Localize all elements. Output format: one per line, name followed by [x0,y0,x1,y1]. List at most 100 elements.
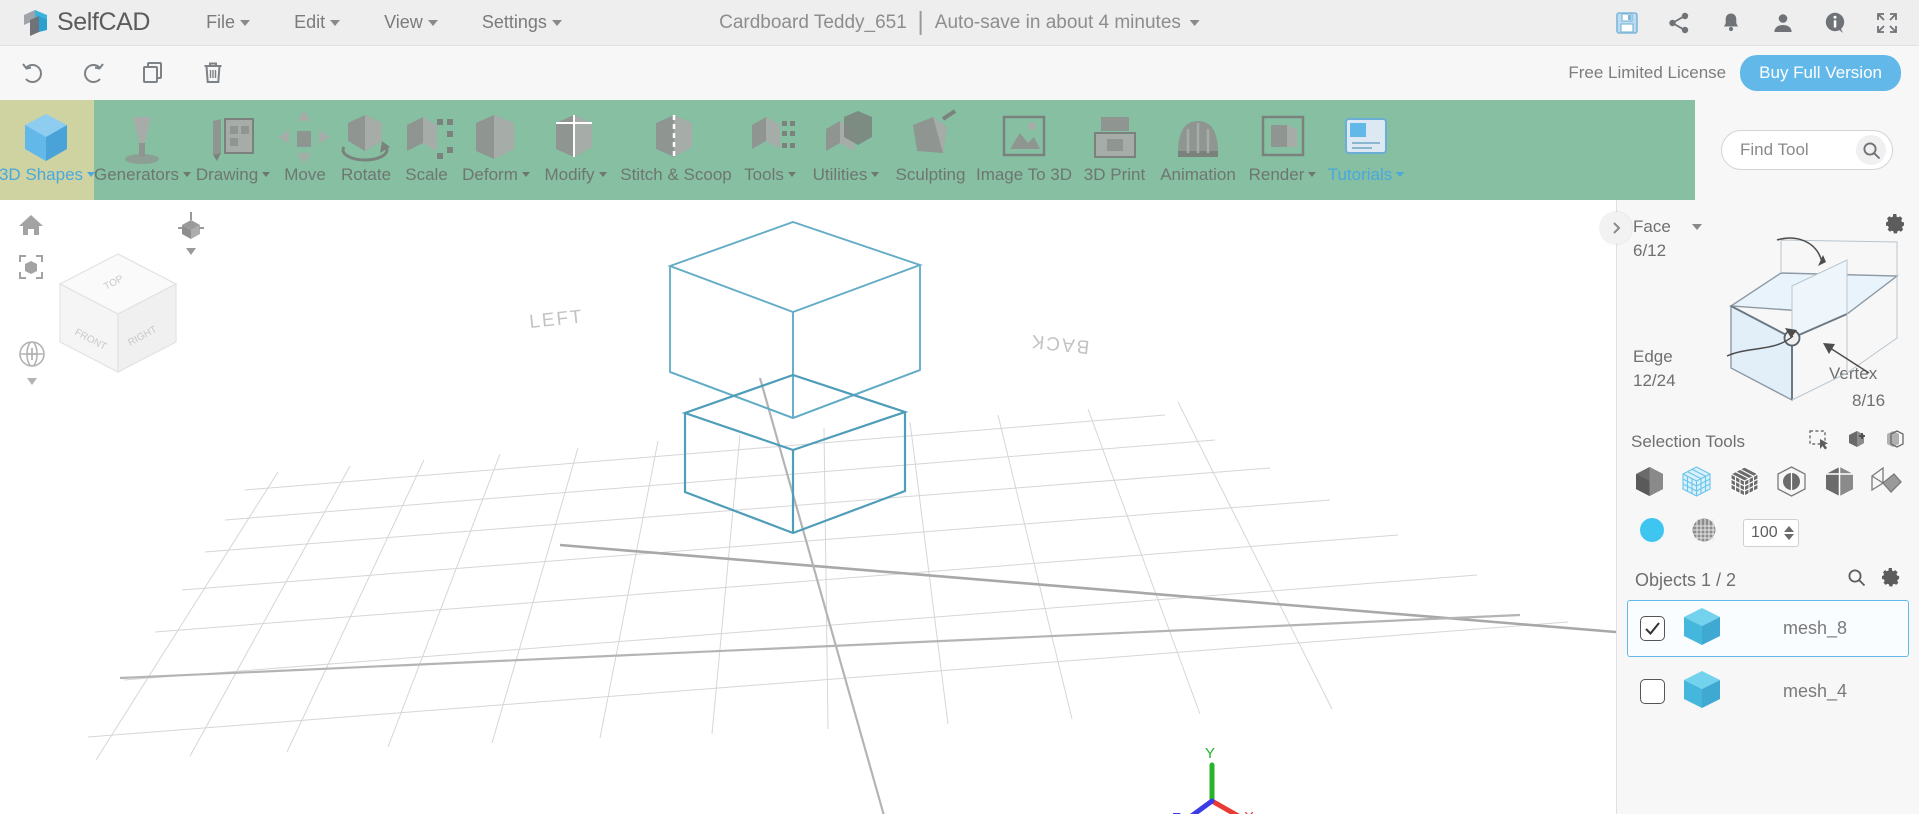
viewport-canvas[interactable]: LEFT BACK Y [0,200,1616,814]
toolbar-item-generators[interactable]: Generators [94,100,192,200]
object-visibility-checkbox[interactable] [1640,679,1665,704]
toolbar-item-modify[interactable]: Modify [536,100,615,200]
deform-icon [468,108,524,166]
chevron-down-icon [1691,224,1702,231]
object-thumbnail [1679,666,1725,717]
modify-icon [548,108,604,166]
menu-item-file[interactable]: File [184,12,272,33]
menu-item-edit[interactable]: Edit [272,12,362,33]
brand: SelfCAD [22,8,150,38]
selection-tools-title: Selection Tools [1631,432,1746,451]
toolbar-item-stitch-scoop[interactable]: Stitch & Scoop [615,100,737,200]
toolbar-item-utilities[interactable]: Utilities [803,100,889,200]
delete-icon[interactable] [198,58,228,88]
toolbar-item-rotate[interactable]: Rotate [335,100,397,200]
fit-to-view-icon[interactable] [18,254,46,282]
color-swatch[interactable] [1639,517,1665,548]
plane-select-icon[interactable] [1870,465,1903,503]
toolbar-item-label: Move [277,166,333,183]
utilities-icon [818,108,874,166]
toolbar-item-scale[interactable]: Scale [397,100,456,200]
opacity-value: 100 [1751,523,1778,541]
toolbar-label-text: Deform [462,165,518,184]
home-view-icon[interactable] [18,212,46,240]
toolbar-item-sculpting[interactable]: Sculpting [889,100,972,200]
gear-icon[interactable] [1882,568,1901,592]
save-icon[interactable] [1614,10,1639,35]
chevron-down-icon[interactable] [1189,19,1200,26]
buy-full-version-button[interactable]: Buy Full Version [1740,55,1901,91]
toolbar-item-label: Rotate [334,166,398,183]
toolbar-label-text: Scale [405,165,448,184]
add-selection-icon[interactable] [1846,430,1868,455]
info-icon[interactable] [1822,10,1847,35]
toolbar-item-3d-shapes[interactable]: 3D Shapes [0,100,96,200]
object-select-icon[interactable] [1633,465,1666,503]
toolbar-item-move[interactable]: Move [275,100,335,200]
toolbar-item-animation[interactable]: Animation [1153,100,1243,200]
opacity-stepper[interactable]: 100 [1743,518,1799,547]
sphere-select-icon[interactable] [1775,465,1808,503]
edge-label: Edge [1633,347,1673,366]
toolbar-item-tutorials[interactable]: Tutorials [1322,100,1410,200]
half-select-icon[interactable] [1823,465,1856,503]
wireframe-select-icon[interactable] [1680,465,1713,503]
notifications-bell-icon[interactable] [1718,10,1743,35]
toolbar-label-text: Drawing [195,165,259,184]
toolbar-label-text: Rotate [340,165,392,184]
sphere-texture-icon[interactable] [1691,517,1717,548]
selection-mode-dropdown[interactable]: Face [1633,216,1702,238]
object-list-item[interactable]: mesh_8 [1627,600,1909,657]
undo-icon[interactable] [18,58,48,88]
orbit-icon[interactable] [16,338,48,393]
navigation-cube[interactable]: TOP FRONT RIGHT [48,242,188,382]
object-visibility-checkbox[interactable] [1640,616,1665,641]
toolbar-item-drawing[interactable]: Drawing [191,100,275,200]
selection-mode-icons [1617,459,1919,503]
animation-icon [1170,108,1226,166]
toolbar-item-3d-print[interactable]: 3D Print [1076,100,1153,200]
chevron-down-icon [427,19,438,26]
rectangle-select-icon[interactable] [1809,429,1831,455]
toolbar-item-deform[interactable]: Deform [456,100,536,200]
menu-item-settings[interactable]: Settings [460,12,584,33]
svg-text:X: X [1244,809,1254,814]
tutorials-icon [1338,108,1394,166]
toolbar-item-label: Image To 3D [969,166,1079,183]
polygon-select-icon[interactable] [1728,465,1761,503]
fullscreen-icon[interactable] [1874,10,1899,35]
toolbar-item-label: Stitch & Scoop [613,166,739,183]
through-selection-icon[interactable] [1883,429,1905,455]
toolbar-item-label: Generators [87,166,198,183]
stepper-arrows-icon[interactable] [1784,525,1794,540]
search-icon[interactable] [1847,568,1866,592]
brand-name: SelfCAD [57,8,151,36]
toolbar-item-render[interactable]: Render [1243,100,1322,200]
copy-icon[interactable] [138,58,168,88]
3d-viewport[interactable]: LEFT BACK Y TOP FRONT RIGHT [0,200,1616,814]
object-list-item[interactable]: mesh_4 [1627,663,1909,720]
panel-collapse-button[interactable] [1600,212,1632,244]
toolbar-item-label: Scale [398,166,455,183]
viewport-nav-buttons [18,212,46,282]
toolbar-item-label: Drawing [189,166,277,183]
svg-text:Y: Y [1205,745,1215,762]
share-icon[interactable] [1666,10,1691,35]
objects-header-icons [1847,568,1901,592]
drawing-pencil-icon [205,108,261,166]
find-tool-area [1695,100,1919,200]
selfcad-logo-icon [22,8,52,38]
find-tool-box[interactable] [1721,130,1893,170]
object-name: mesh_4 [1783,681,1848,701]
search-input[interactable] [1740,140,1850,160]
toolbar-label-text: Sculpting [895,165,966,184]
toolbar-item-tools[interactable]: Tools [737,100,803,200]
menu-item-view[interactable]: View [362,12,460,33]
toolbar-item-label: Utilities [806,166,887,183]
license-text: Free Limited License [1568,63,1727,82]
user-account-icon[interactable] [1770,10,1795,35]
chevron-down-icon [1396,172,1405,177]
search-icon[interactable] [1856,135,1886,165]
toolbar-item-image-to-3d[interactable]: Image To 3D [972,100,1076,200]
redo-icon[interactable] [78,58,108,88]
